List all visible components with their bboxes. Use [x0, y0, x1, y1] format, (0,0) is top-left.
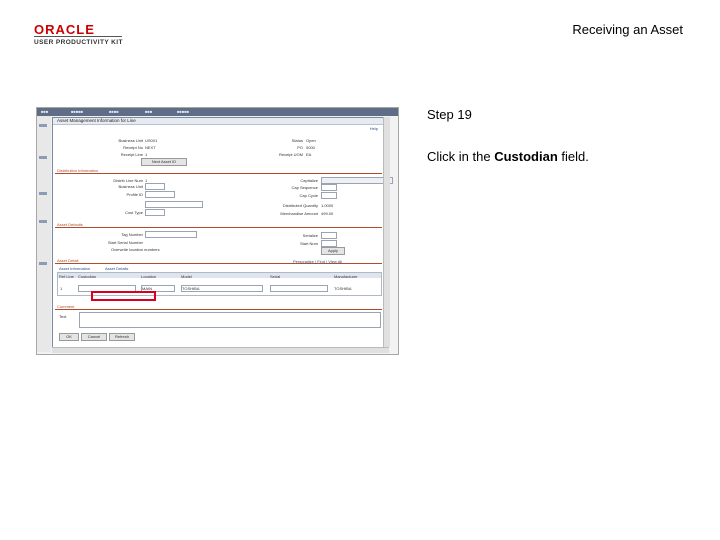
side-marker — [39, 192, 47, 195]
capitalize-label: Capitalize — [300, 178, 318, 183]
dist-qty-value: 1.0000 — [321, 203, 334, 208]
col-model: Model — [181, 274, 192, 279]
row-model: TOSHIBA — [182, 286, 200, 291]
asset-defaults-section-header: Asset Defaults — [55, 222, 382, 228]
next-asset-button[interactable]: Next Asset ID — [141, 158, 187, 166]
merch-amt-value: 499.00 — [321, 211, 334, 216]
tab-asset-information[interactable]: Asset Information — [59, 266, 90, 271]
instruction-field-name: Custodian — [494, 149, 558, 164]
overwrite-checkbox-label[interactable]: Overwrite location numbers — [111, 247, 160, 252]
apply-button[interactable]: Apply — [321, 247, 345, 255]
row-ref-line: 1 — [60, 286, 63, 291]
logo-oracle-text: ORACLE — [34, 22, 95, 37]
receipt-no-value: NEXT — [145, 145, 156, 150]
application-screenshot: ■■■ ■■■■■ ■■■■ ■■■ ■■■■■ Asset Managemen… — [36, 107, 399, 355]
po-value: 0000 — [306, 145, 315, 150]
serial-input[interactable] — [270, 285, 328, 292]
logo-divider — [34, 36, 122, 37]
comment-section-header: Comment — [55, 304, 382, 310]
side-marker — [39, 124, 47, 127]
side-marker — [39, 262, 47, 265]
cap-cycle-label: Cap Cycle — [299, 193, 318, 198]
tag-number-label: Tag Number — [121, 232, 143, 237]
ok-button[interactable]: OK — [59, 333, 79, 341]
profile-label: Profile ID — [126, 192, 143, 197]
logo-subtitle: USER PRODUCTIVITY KIT — [34, 39, 123, 46]
tag-number-select[interactable] — [145, 231, 197, 238]
tab-asset-details[interactable]: Asset Details — [105, 266, 128, 271]
business-unit-value: US001 — [145, 138, 158, 143]
help-link[interactable]: Help — [370, 126, 378, 131]
col-serial: Serial — [270, 274, 281, 279]
business-unit-label: Business Unit — [118, 138, 143, 143]
status-value: Open — [306, 138, 316, 143]
col-custodian: Custodian — [78, 274, 97, 279]
oracle-upk-logo: ORACLE USER PRODUCTIVITY KIT — [34, 22, 124, 48]
asset-management-modal: Asset Management Information for Line He… — [52, 117, 393, 349]
custodian-highlight-box[interactable] — [91, 291, 156, 301]
col-ref-line: Ref Line — [59, 274, 74, 279]
instruction-suffix: field. — [557, 149, 589, 164]
app-menubar: ■■■ ■■■■■ ■■■■ ■■■ ■■■■■ — [37, 108, 398, 116]
modal-titlebar: Asset Management Information for Line — [53, 118, 384, 125]
start-serial-label: Start Serial Number — [107, 240, 143, 245]
receipt-uom-value: EA — [306, 152, 312, 157]
receipt-uom-label: Receipt UOM — [278, 152, 303, 157]
dist-line-label: Distrib Line Num — [113, 178, 143, 183]
vertical-scrollbar[interactable] — [383, 117, 390, 347]
receipt-no-label: Receipt No — [123, 145, 143, 150]
start-num-label: Start Num — [299, 241, 318, 246]
side-marker — [39, 220, 47, 223]
horizontal-scrollbar[interactable] — [52, 347, 389, 353]
col-location: Location — [141, 274, 157, 279]
asset-detail-section-title: Asset Detail — [57, 258, 79, 263]
grid-header-row — [58, 273, 381, 278]
instruction-prefix: Click in the — [427, 149, 495, 164]
slide-title: Receiving an Asset — [572, 22, 683, 37]
col-manufacturer: Manufacturer — [334, 274, 358, 279]
serialize-label: Serialize — [302, 233, 318, 238]
step-label: Step 19 — [427, 107, 472, 122]
cap-sequence-input[interactable] — [321, 184, 337, 191]
comment-text-label: Text — [59, 314, 67, 319]
dist-business-unit-input[interactable] — [145, 183, 165, 190]
distribution-section-header: Distribution Information — [55, 168, 382, 174]
app-side-column — [37, 116, 51, 352]
distribution-section-title: Distribution Information — [57, 168, 99, 173]
cancel-button[interactable]: Cancel — [81, 333, 107, 341]
comment-textarea[interactable] — [79, 312, 381, 328]
menubar-item: ■■■■ — [109, 109, 119, 114]
dist-business-unit-label: Business Unit — [118, 184, 143, 189]
modal-title: Asset Management Information for Line — [57, 118, 136, 123]
category-input[interactable] — [145, 201, 203, 208]
refresh-button[interactable]: Refresh — [109, 333, 135, 341]
cap-cycle-input[interactable] — [321, 192, 337, 199]
receipt-line-label: Receipt Line — [120, 152, 143, 157]
asset-defaults-section-title: Asset Defaults — [57, 222, 83, 227]
menubar-item: ■■■■■ — [71, 109, 84, 114]
status-label: Status — [291, 138, 303, 143]
receipt-line-value: 1 — [145, 152, 148, 157]
grid-nav-links[interactable]: Personalize | Find | View All — [293, 259, 342, 264]
row-manufacturer: TOSHIBA — [334, 286, 352, 291]
comment-section-title: Comment — [57, 304, 75, 309]
side-marker — [39, 156, 47, 159]
serialize-input[interactable] — [321, 232, 337, 239]
dist-qty-label: Distributed Quantity — [282, 203, 318, 208]
merch-amt-label: Merchandise Amount — [280, 211, 318, 216]
cap-sequence-label: Cap Sequence — [291, 185, 318, 190]
cost-type-input[interactable] — [145, 209, 165, 216]
menubar-item: ■■■■■ — [177, 109, 190, 114]
menubar-item: ■■■ — [41, 109, 49, 114]
menubar-item: ■■■ — [145, 109, 153, 114]
cost-type-label: Cost Type — [125, 210, 143, 215]
start-num-input[interactable] — [321, 240, 337, 247]
profile-input[interactable] — [145, 191, 175, 198]
po-label: PO — [297, 145, 303, 150]
step-instruction: Click in the Custodian field. — [427, 149, 589, 164]
